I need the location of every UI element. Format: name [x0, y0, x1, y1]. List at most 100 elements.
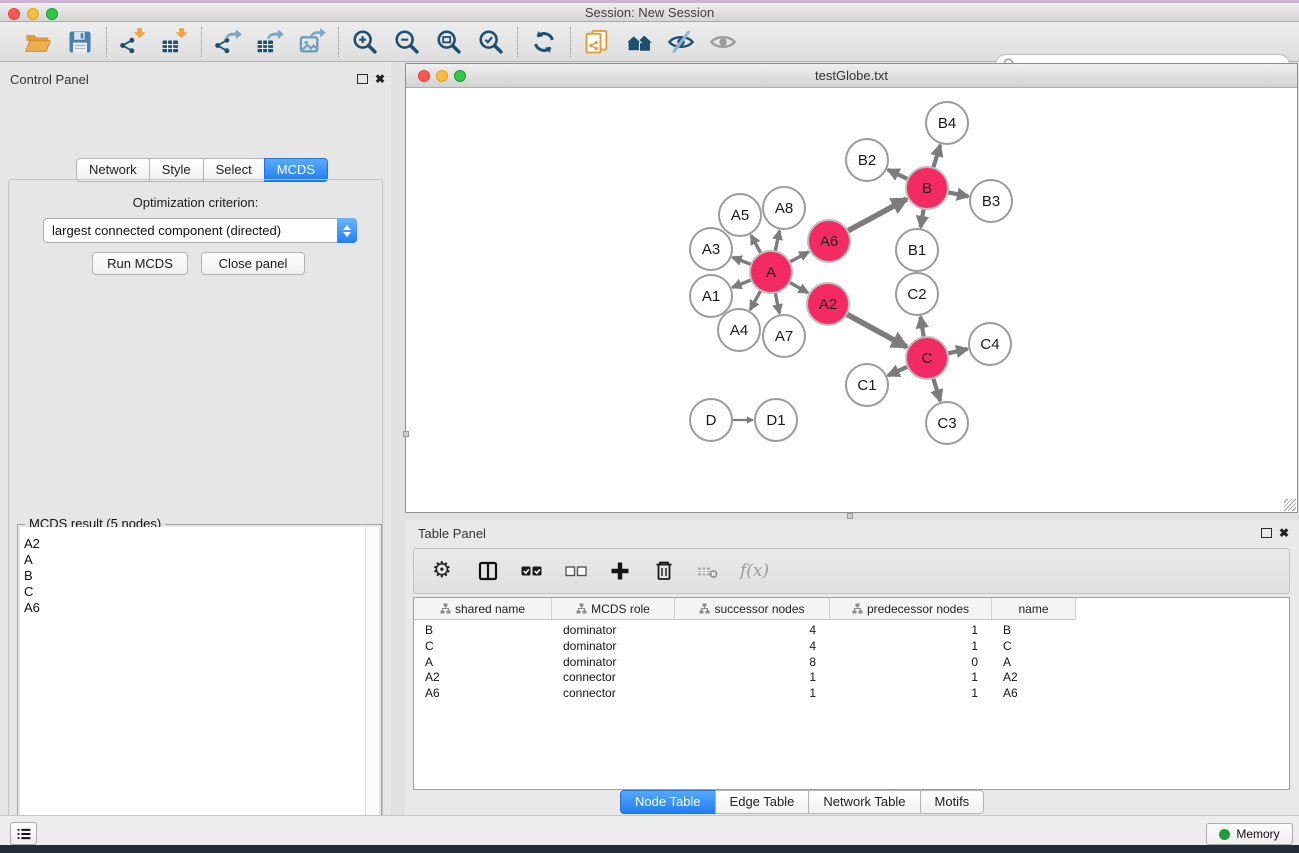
window-resize-grip[interactable] [1284, 499, 1296, 511]
graph-node-B[interactable]: B [906, 167, 948, 209]
column-type-icon [440, 603, 451, 614]
list-item[interactable]: A [24, 552, 365, 568]
graph-node-B3[interactable]: B3 [970, 180, 1012, 222]
control-panel-float-button[interactable] [357, 74, 368, 84]
export-network-icon[interactable] [214, 28, 242, 56]
document-network-icon[interactable] [583, 28, 611, 56]
graph-node-B1[interactable]: B1 [896, 229, 938, 271]
column-header-mcds-role[interactable]: MCDS role [552, 598, 675, 620]
graph-node-D[interactable]: D [690, 399, 732, 441]
mcds-result-groupbox: MCDS result (5 nodes) A2 A B C A6 [17, 524, 382, 853]
network-canvas[interactable]: B4 B2 B B3 A8A5 A6 A3 B1 A C2 A1 A2 A4A7 C4 C C1 D D1 C3 [406, 89, 1297, 512]
task-history-button[interactable] [10, 822, 37, 845]
houses-icon[interactable] [625, 28, 653, 56]
svg-text:D1: D1 [766, 412, 785, 429]
graph-node-A7[interactable]: A7 [763, 315, 805, 357]
network-minimize-button[interactable] [436, 70, 448, 82]
table-panel-close-button[interactable]: ✖ [1279, 527, 1289, 539]
control-panel-close-button[interactable]: ✖ [375, 73, 385, 85]
hide-eye-icon[interactable] [667, 28, 695, 56]
traffic-zoom-button[interactable] [46, 8, 58, 20]
graph-node-A[interactable]: A [750, 251, 792, 293]
gear-icon[interactable]: ⚙ [432, 559, 456, 583]
memory-label: Memory [1236, 827, 1279, 841]
column-header-successor-nodes[interactable]: successor nodes [675, 598, 830, 620]
graph-node-C2[interactable]: C2 [896, 273, 938, 315]
list-item[interactable]: A2 [24, 536, 365, 552]
table-row[interactable]: Adominator 80 A [414, 655, 1289, 671]
memory-status-icon [1219, 829, 1230, 840]
run-mcds-button[interactable]: Run MCDS [92, 252, 188, 275]
list-item[interactable]: C [24, 584, 365, 600]
tab-edge-table[interactable]: Edge Table [715, 790, 810, 814]
table-row[interactable]: Cdominator 41 C [414, 639, 1289, 655]
optimization-criterion-select[interactable]: largest connected component (directed) [43, 218, 357, 243]
svg-text:A1: A1 [702, 288, 720, 305]
open-folder-icon[interactable] [24, 28, 52, 56]
export-table-icon[interactable] [256, 28, 284, 56]
save-session-icon[interactable] [66, 28, 94, 56]
column-header-shared-name[interactable]: shared name [414, 598, 552, 620]
graph-node-C4[interactable]: C4 [969, 323, 1011, 365]
close-panel-button[interactable]: Close panel [201, 252, 305, 275]
graph-node-A2[interactable]: A2 [807, 283, 849, 325]
list-item[interactable]: A6 [24, 600, 365, 616]
mcds-result-list[interactable]: A2 A B C A6 [20, 527, 366, 853]
table-row[interactable]: A2connector 11 A2 [414, 670, 1289, 686]
import-table-icon[interactable] [161, 28, 189, 56]
deselect-all-icon[interactable] [564, 559, 588, 583]
select-all-icon[interactable] [520, 559, 544, 583]
graph-node-A5[interactable]: A5 [719, 194, 761, 236]
function-builder-button[interactable]: f(x) [740, 561, 769, 581]
column-header-predecessor-nodes[interactable]: predecessor nodes [830, 598, 992, 620]
network-zoom-button[interactable] [454, 70, 466, 82]
network-window-titlebar[interactable]: testGlobe.txt [406, 64, 1297, 88]
graph-node-C1[interactable]: C1 [846, 364, 888, 406]
traffic-minimize-button[interactable] [27, 8, 39, 20]
status-bar: Memory [0, 815, 1299, 845]
network-close-button[interactable] [418, 70, 430, 82]
column-header-name[interactable]: name [992, 598, 1076, 620]
graph-node-D1[interactable]: D1 [755, 399, 797, 441]
graph-node-B2[interactable]: B2 [846, 139, 888, 181]
tab-motifs[interactable]: Motifs [920, 790, 985, 814]
graph-node-A6[interactable]: A6 [808, 220, 850, 262]
apply-layout-icon[interactable] [530, 28, 558, 56]
table-panel-float-button[interactable] [1261, 528, 1272, 538]
splitter-handle[interactable] [847, 513, 853, 519]
zoom-out-icon[interactable] [393, 28, 421, 56]
eye-icon[interactable] [709, 28, 737, 56]
delete-table-icon[interactable] [696, 559, 720, 583]
import-network-icon[interactable] [119, 28, 147, 56]
graph-node-B4[interactable]: B4 [926, 102, 968, 144]
list-item[interactable]: B [24, 568, 365, 584]
graph-edge-A6-B[interactable] [844, 199, 907, 233]
graph-node-A4[interactable]: A4 [718, 309, 760, 351]
show-columns-icon[interactable] [476, 559, 500, 583]
graph-node-C[interactable]: C [906, 337, 948, 379]
zoom-selected-icon[interactable] [477, 28, 505, 56]
graph-node-A1[interactable]: A1 [690, 275, 732, 317]
graph-node-C3[interactable]: C3 [926, 402, 968, 444]
table-row[interactable]: Bdominator 41 B [414, 623, 1289, 639]
graph-node-A3[interactable]: A3 [690, 228, 732, 270]
traffic-close-button[interactable] [8, 8, 20, 20]
tab-network-table[interactable]: Network Table [808, 790, 920, 814]
zoom-fit-icon[interactable] [435, 28, 463, 56]
desktop-strip [0, 845, 1299, 853]
graph-edge-A2-C[interactable] [843, 312, 907, 347]
tab-node-table[interactable]: Node Table [620, 790, 716, 814]
memory-button[interactable]: Memory [1206, 823, 1293, 845]
graph-node-A8[interactable]: A8 [763, 187, 805, 229]
svg-text:B2: B2 [858, 152, 876, 169]
zoom-in-icon[interactable] [351, 28, 379, 56]
result-list-scrollbar[interactable] [366, 527, 379, 853]
splitter-handle[interactable] [403, 431, 409, 437]
network-window-title: testGlobe.txt [406, 64, 1297, 88]
table-row[interactable]: A6connector 11 A6 [414, 686, 1289, 702]
combo-stepper-icon [337, 218, 357, 243]
add-column-icon[interactable] [608, 559, 632, 583]
export-image-icon[interactable] [298, 28, 326, 56]
delete-column-icon[interactable] [652, 559, 676, 583]
list-icon [15, 825, 33, 843]
